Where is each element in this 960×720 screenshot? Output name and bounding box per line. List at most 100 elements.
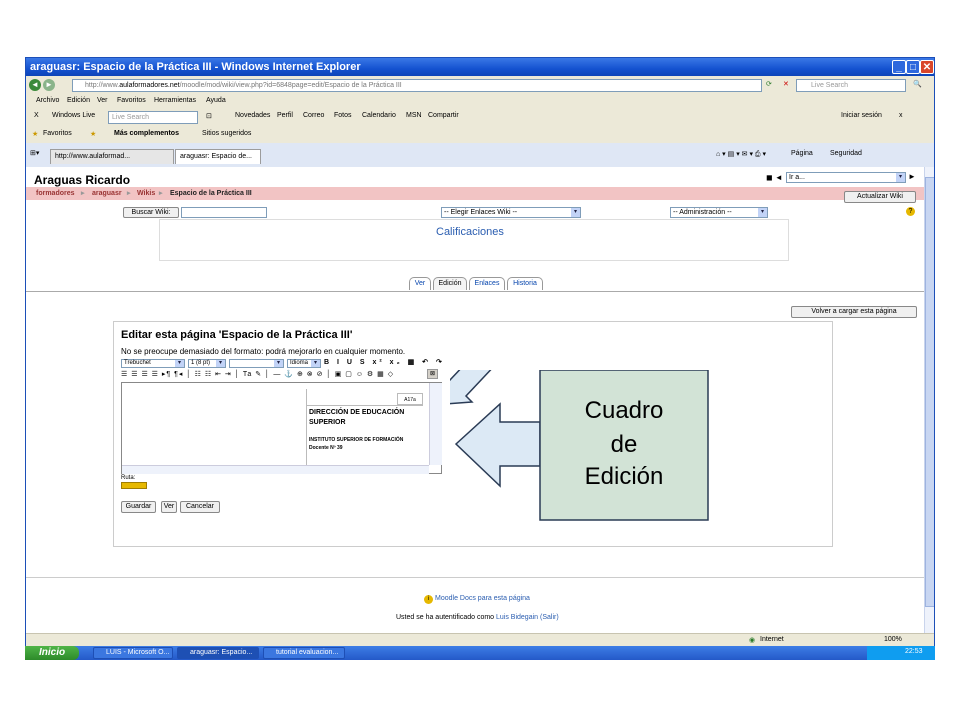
cancel-button[interactable]: Cancelar [180, 501, 220, 513]
address-domain: aulaformadores.net [119, 82, 180, 89]
close-live-icon[interactable]: x [899, 112, 903, 119]
help-badge-icon[interactable] [121, 482, 147, 489]
address-input[interactable]: http://www.aulaformadores.net/moodle/mod… [72, 79, 762, 92]
menu-edicion[interactable]: Edición [67, 97, 90, 104]
taskbar-item-word[interactable]: LUIS - Microsoft O... [93, 647, 173, 659]
size-select[interactable]: 1 (8 pt) ▾ [188, 359, 226, 368]
start-button[interactable]: Inicio [25, 646, 79, 660]
live-perfil[interactable]: Perfil [277, 112, 293, 119]
minimize-button[interactable]: _ [892, 60, 906, 74]
live-novedades[interactable]: Novedades [235, 112, 270, 119]
edit-heading: Editar esta página 'Espacio de la Prácti… [121, 329, 353, 341]
reload-page-button[interactable]: Volver a cargar esta página [791, 306, 917, 318]
view-button[interactable]: Ver [161, 501, 177, 513]
search-icon[interactable]: 🔍 [913, 80, 922, 88]
home-icon[interactable]: ⌂ ▾ ▤ ▾ ✉ ▾ ⎙ ▾ [716, 150, 766, 159]
favorites-button[interactable]: Favoritos [43, 130, 72, 137]
add-favorite-icon[interactable]: ★ [90, 130, 96, 138]
tab-enlaces[interactable]: Enlaces [469, 277, 505, 290]
suggested-sites-link[interactable]: Sitios sugeridos [202, 130, 251, 137]
maximize-button[interactable]: □ [906, 60, 920, 74]
quick-tabs-icon[interactable]: ⊞▾ [30, 149, 39, 157]
page-menu[interactable]: Página [791, 150, 813, 157]
doc-divider [307, 405, 423, 406]
live-fotos[interactable]: Fotos [334, 112, 352, 119]
editor-area[interactable]: A17a DIRECCIÓN DE EDUCACIÓN SUPERIOR INS… [121, 382, 442, 474]
crumb-separator: ▸ [159, 190, 163, 197]
close-toolbar-icon[interactable]: X [34, 112, 39, 119]
taskbar-item-tutorial[interactable]: tutorial evaluacion... [263, 647, 345, 659]
tab-ver[interactable]: Ver [409, 277, 431, 290]
help-icon[interactable]: ? [906, 207, 915, 216]
moodle-docs-link[interactable]: Moodle Docs para esta página [435, 595, 530, 602]
back-icon[interactable]: ◄ [29, 79, 41, 91]
diagonal-arrow [450, 370, 492, 405]
tab-aulaformad[interactable]: http://www.aulaformad... [50, 149, 174, 164]
next-arrow-icon[interactable]: ► [908, 172, 916, 181]
menu-herramientas[interactable]: Herramientas [154, 97, 196, 104]
zone-text: Internet [760, 636, 784, 643]
live-correo[interactable]: Correo [303, 112, 324, 119]
page-tabs: Ver Edición Enlaces Historia [26, 277, 924, 292]
jump-select[interactable]: Ir a... ▾ [786, 172, 906, 183]
save-button[interactable]: Guardar [121, 501, 156, 513]
live-calendario[interactable]: Calendario [362, 112, 396, 119]
signin-link[interactable]: Iniciar sesión [841, 112, 882, 119]
zoom-level[interactable]: 100% [884, 636, 902, 643]
info-icon: i [424, 595, 433, 604]
live-compartir[interactable]: Compartir [428, 112, 459, 119]
crumb-current: Espacio de la Práctica III [170, 190, 252, 197]
menu-ayuda[interactable]: Ayuda [206, 97, 226, 104]
language-select[interactable]: Idioma ▾ [287, 359, 321, 368]
editor-hscroll[interactable] [122, 465, 429, 474]
tab-historia[interactable]: Historia [507, 277, 543, 290]
toolbar-search-go-icon[interactable]: ⊡ [206, 112, 212, 120]
scrollbar-thumb[interactable] [925, 177, 934, 607]
more-addons-link[interactable]: Más complementos [114, 130, 179, 137]
close-button[interactable]: ✕ [920, 60, 934, 74]
chevron-down-icon: ▾ [571, 208, 580, 217]
callout-line-2: de [611, 431, 638, 458]
menu-favoritos[interactable]: Favoritos [117, 97, 146, 104]
star-icon: ★ [32, 131, 39, 138]
live-search-input[interactable]: Live Search [796, 79, 906, 92]
grades-link[interactable]: Calificaciones [436, 226, 504, 238]
logout-link[interactable]: (Salir) [540, 614, 559, 621]
chevron-down-icon: ▾ [896, 173, 905, 182]
editor-vscroll[interactable] [429, 383, 442, 465]
menu-archivo[interactable]: Archivo [36, 97, 59, 104]
format-buttons[interactable]: B I U S x² x₂ ▦ ↶ ↷ [324, 358, 445, 366]
style-select[interactable]: ▾ [229, 359, 284, 368]
user-link[interactable]: Luis Bidegain [496, 614, 538, 621]
crumb-araguasr[interactable]: araguasr [92, 187, 122, 200]
search-wiki-input[interactable] [181, 207, 267, 218]
stop-icon[interactable]: ✕ [783, 80, 789, 88]
doc-label: A17a [397, 393, 423, 405]
refresh-icon[interactable]: ⟳ [766, 80, 772, 88]
tabs-bar: ⊞▾ http://www.aulaformad... araguasr: Es… [26, 143, 934, 168]
taskbar-item-ie[interactable]: araguasr: Espacio... [177, 647, 259, 659]
tab-araguasr[interactable]: araguasr: Espacio de... [175, 149, 261, 164]
crumb-wikis[interactable]: Wikis [137, 187, 155, 200]
page-scrollbar[interactable] [924, 167, 934, 633]
live-toolbar-search[interactable]: Live Search [108, 111, 198, 124]
tab-edicion[interactable]: Edición [433, 277, 467, 290]
paragraph-buttons[interactable]: ☰ ☰ ☰ ☰ ▸¶ ¶◂ │ ☷ ☷ ⇤ ⇥ │ Ta ✎ │ — ⚓ ⊕ ⊗… [121, 370, 394, 378]
update-wiki-button[interactable]: Actualizar Wiki [844, 191, 916, 203]
jump-select-text: Ir a... [789, 174, 805, 181]
callout-line-1: Cuadro [585, 397, 664, 424]
callout-line-3: Edición [585, 463, 664, 490]
crumb-formadores[interactable]: formadores [36, 187, 75, 200]
live-msn[interactable]: MSN [406, 112, 422, 119]
admin-select[interactable]: -- Administración -- ▾ [670, 207, 768, 218]
fullscreen-icon[interactable]: ⊠ [427, 369, 438, 379]
menu-ver[interactable]: Ver [97, 97, 108, 104]
wiki-links-select[interactable]: -- Elegir Enlaces Wiki -- ▾ [441, 207, 581, 218]
security-menu[interactable]: Seguridad [830, 150, 862, 157]
font-select[interactable]: Trebuchet ▾ [121, 359, 185, 368]
chevron-down-icon: ▾ [175, 360, 184, 367]
nav-arrows[interactable]: ◼ ◄ [766, 173, 783, 182]
forward-icon[interactable]: ► [43, 79, 55, 91]
crumb-separator: ▸ [81, 190, 85, 197]
search-wiki-button[interactable]: Buscar Wiki: [123, 207, 179, 218]
